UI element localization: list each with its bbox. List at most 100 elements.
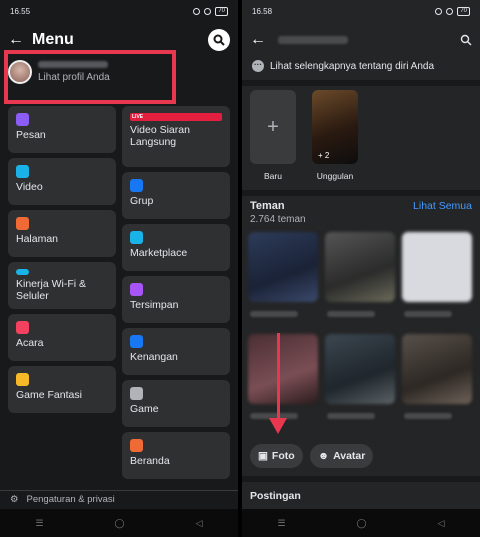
menu-grid: Pesan Video Halaman Kinerja Wi-Fi & Seluler…: [8, 106, 234, 479]
status-time: 16.55: [10, 6, 31, 16]
menu-item-label: Halaman: [16, 233, 59, 245]
featured-count: + 2: [318, 151, 330, 160]
friend-photo[interactable]: [325, 334, 395, 404]
settings-row[interactable]: ⚙ Pengaturan & privasi: [0, 490, 238, 508]
menu-column-left: Pesan Video Halaman Kinerja Wi-Fi & Seluler…: [8, 106, 116, 479]
wifi-status-icon: [446, 7, 454, 15]
live-icon: LIVE: [130, 113, 222, 121]
friend-photo[interactable]: [248, 232, 318, 302]
menu-item-kenangan[interactable]: Kenangan: [122, 328, 230, 375]
avatar-chip[interactable]: ☻ Avatar: [310, 444, 374, 468]
see-all-friends-link[interactable]: Lihat Semua: [413, 200, 472, 212]
avatar-icon: ☻: [318, 450, 330, 462]
friend-photo[interactable]: [402, 334, 472, 404]
search-icon: [213, 34, 225, 46]
menu-item-kinerja-wi-fi-seluler[interactable]: Kinerja Wi-Fi & Seluler: [8, 262, 116, 309]
messenger-icon: [16, 113, 29, 126]
divider: [242, 476, 480, 482]
back-arrow-icon[interactable]: ←: [250, 31, 266, 49]
battery-icon: 70: [457, 6, 470, 16]
menu-item-label: Marketplace: [130, 247, 188, 259]
menu-item-video-siaran-langsung[interactable]: LIVE Video Siaran Langsung: [122, 106, 230, 167]
menu-item-game-fantasi[interactable]: Game Fantasi: [8, 366, 116, 413]
menu-item-label: Tersimpan: [130, 299, 179, 311]
menu-item-label: Kenangan: [130, 351, 178, 363]
friend-photo[interactable]: [402, 232, 472, 302]
status-time: 16.58: [252, 6, 273, 16]
recents-button[interactable]: ☰: [35, 518, 43, 529]
avatar-chip-label: Avatar: [333, 450, 366, 462]
back-button[interactable]: ◁: [438, 518, 445, 529]
profile-header: ←: [242, 22, 480, 58]
friend-photo[interactable]: [325, 232, 395, 302]
recents-button[interactable]: ☰: [277, 518, 285, 529]
flag-icon: [16, 217, 29, 230]
wifi-icon: [16, 269, 29, 275]
new-story-button[interactable]: +: [250, 90, 296, 164]
friends-title: Teman: [250, 200, 285, 212]
status-bar: 16.55 70: [0, 0, 238, 22]
clock-icon: [130, 335, 143, 348]
gamepad-icon: [130, 387, 143, 400]
annotation-arrow: [277, 333, 280, 421]
calendar-icon: [16, 321, 29, 334]
profile-name-blurred: [278, 36, 348, 44]
menu-item-beranda[interactable]: Beranda: [122, 432, 230, 479]
friend-name-blurred: [404, 311, 452, 317]
menu-item-halaman[interactable]: Halaman: [8, 210, 116, 257]
divider: [242, 190, 480, 196]
divider: [242, 80, 480, 86]
video-icon: [16, 165, 29, 178]
friend-photo[interactable]: [248, 334, 318, 404]
menu-item-label: Game: [130, 403, 159, 415]
menu-item-label: Kinerja Wi-Fi & Seluler: [16, 278, 87, 302]
trophy-icon: [16, 373, 29, 386]
group-icon: [130, 179, 143, 192]
highlight-box: [4, 50, 176, 104]
featured-story[interactable]: + 2: [312, 90, 358, 164]
more-dots-icon: ···: [252, 60, 264, 72]
photos-chip[interactable]: ▣ Foto: [250, 444, 303, 468]
page-title: Menu: [32, 31, 74, 48]
alarm-icon: [193, 7, 201, 15]
alarm-icon: [435, 7, 443, 15]
feed-icon: [130, 439, 143, 452]
status-bar: 16.58 70: [242, 0, 480, 22]
menu-item-label: Grup: [130, 195, 154, 207]
menu-item-label: Acara: [16, 337, 44, 349]
search-icon[interactable]: [460, 34, 472, 46]
gear-icon: ⚙: [10, 494, 19, 505]
friend-name-blurred: [327, 413, 375, 419]
menu-item-video[interactable]: Video: [8, 158, 116, 205]
back-arrow-icon[interactable]: ←: [8, 31, 24, 49]
posts-title: Postingan: [250, 490, 301, 502]
friend-name-blurred: [404, 413, 452, 419]
home-button[interactable]: ◯: [115, 518, 125, 529]
battery-icon: 70: [215, 6, 228, 16]
marketplace-icon: [130, 231, 143, 244]
plus-icon: +: [267, 115, 279, 138]
bookmark-icon: [130, 283, 143, 296]
photos-chip-label: Foto: [271, 450, 295, 462]
system-nav-bar: ☰ ◯ ◁: [242, 509, 480, 537]
menu-item-label: Pesan: [16, 129, 46, 141]
menu-item-pesan[interactable]: Pesan: [8, 106, 116, 153]
menu-item-acara[interactable]: Acara: [8, 314, 116, 361]
search-button[interactable]: [208, 29, 230, 51]
about-more-label: Lihat selengkapnya tentang diri Anda: [270, 60, 435, 72]
menu-item-game[interactable]: Game: [122, 380, 230, 427]
menu-item-grup[interactable]: Grup: [122, 172, 230, 219]
menu-item-label: Video: [16, 181, 43, 193]
home-button[interactable]: ◯: [357, 518, 367, 529]
friend-name-blurred: [250, 311, 298, 317]
menu-item-marketplace[interactable]: Marketplace: [122, 224, 230, 271]
friends-count: 2.764 teman: [250, 214, 306, 225]
menu-item-tersimpan[interactable]: Tersimpan: [122, 276, 230, 323]
system-nav-bar: ☰ ◯ ◁: [0, 509, 238, 537]
back-button[interactable]: ◁: [196, 518, 203, 529]
about-more-row[interactable]: ··· Lihat selengkapnya tentang diri Anda: [252, 60, 434, 72]
wifi-status-icon: [204, 7, 212, 15]
menu-item-label: Game Fantasi: [16, 389, 82, 401]
new-story-label: Baru: [264, 171, 282, 181]
settings-label: Pengaturan & privasi: [26, 494, 115, 505]
